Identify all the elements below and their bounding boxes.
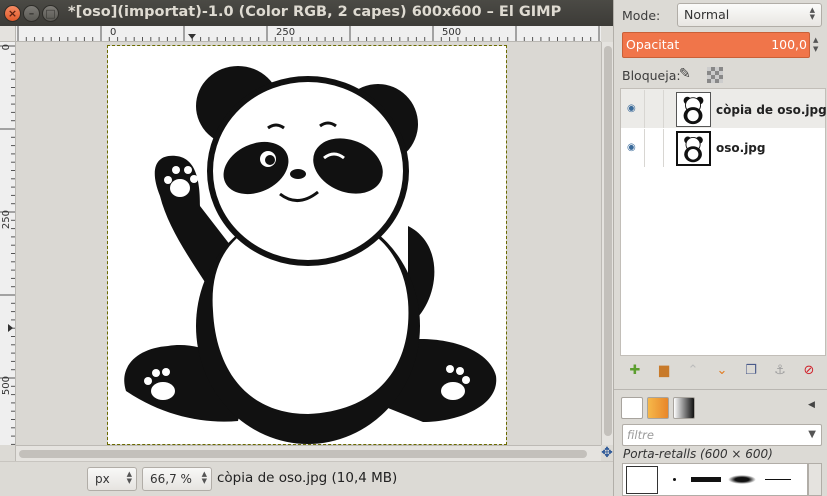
brush-clipboard[interactable] <box>626 466 658 494</box>
lock-alpha-icon[interactable] <box>707 67 723 83</box>
configure-tab-icon[interactable]: ◀ <box>808 400 815 410</box>
zoom-value: 66,7 % <box>150 472 192 486</box>
horizontal-ruler-ticks <box>17 26 600 41</box>
vertical-scrollbar-thumb[interactable] <box>604 46 612 436</box>
brush-grid[interactable] <box>622 463 808 496</box>
opacity-spin-buttons[interactable]: ▲ ▼ <box>810 32 824 58</box>
zoom-chevron-icon: ▲ ▼ <box>201 470 207 485</box>
pointer-marker-vertical <box>8 324 13 332</box>
layer-thumbnail[interactable] <box>676 131 711 166</box>
visibility-eye-icon[interactable]: ◉ <box>627 103 639 114</box>
raise-layer-icon[interactable]: ⌃ <box>684 362 702 380</box>
tab-patterns[interactable] <box>647 397 669 419</box>
layer-name[interactable]: oso.jpg <box>716 141 765 155</box>
unit-chevron-icon: ▲ ▼ <box>126 470 132 485</box>
opacity-label: Opacitat <box>626 37 680 52</box>
layer-thumbnail-image <box>683 96 704 125</box>
lock-pixels-icon[interactable]: ✎ <box>679 66 691 82</box>
chain-toggle[interactable] <box>644 129 664 167</box>
v-ruler-label-250: 250 <box>1 210 12 230</box>
filter-placeholder: filtre <box>627 428 654 442</box>
navigate-icon[interactable]: ✥ <box>601 445 613 461</box>
h-ruler-label-0: 0 <box>110 27 117 38</box>
zoom-selector[interactable]: 66,7 % ▲ ▼ <box>142 467 212 491</box>
tab-gradients[interactable] <box>673 397 695 419</box>
panda-image[interactable] <box>108 46 506 444</box>
h-ruler-label-250: 250 <box>276 27 296 38</box>
vertical-ruler[interactable]: 0 250 500 <box>0 42 16 445</box>
pointer-marker <box>188 34 196 39</box>
layer-thumbnail[interactable] <box>676 92 711 127</box>
brush-filter-input[interactable]: filtre ▼ <box>622 424 822 446</box>
brush-line[interactable] <box>765 479 791 480</box>
maximize-window-button[interactable]: □ <box>42 5 59 22</box>
duplicate-layer-icon[interactable]: ❐ <box>742 362 760 380</box>
dock-separator <box>614 389 827 394</box>
horizontal-ruler[interactable]: 0 250 500 <box>16 26 601 42</box>
brush-scrollbar[interactable] <box>808 463 822 496</box>
v-ruler-label-500: 500 <box>1 376 12 396</box>
brush-pixel[interactable] <box>673 478 676 481</box>
unit-value: px <box>95 472 110 486</box>
horizontal-scrollbar-thumb[interactable] <box>19 450 587 458</box>
lower-layer-icon[interactable]: ⌄ <box>713 362 731 380</box>
ruler-corner[interactable] <box>0 26 16 42</box>
mode-chevron-icon: ▲ ▼ <box>809 6 815 21</box>
mode-selector[interactable]: Normal ▲ ▼ <box>677 3 822 27</box>
horizontal-scrollbar[interactable] <box>16 445 601 461</box>
vertical-scrollbar[interactable] <box>601 42 613 445</box>
new-layer-group-icon[interactable]: ▆ <box>655 362 673 380</box>
anchor-layer-icon[interactable]: ⚓ <box>771 362 789 380</box>
minimize-window-button[interactable]: – <box>23 5 40 22</box>
brush-block[interactable] <box>691 477 721 482</box>
delete-layer-icon[interactable]: ⊘ <box>800 362 818 380</box>
unit-selector[interactable]: px ▲ ▼ <box>87 467 137 491</box>
window-title: *[oso](importat)-1.0 (Color RGB, 2 capes… <box>68 4 562 20</box>
brush-title: Porta-retalls (600 × 600) <box>623 447 773 461</box>
tab-brushes-fg[interactable] <box>621 397 643 419</box>
lock-label: Bloqueja: <box>622 68 681 83</box>
close-window-button[interactable]: × <box>4 5 21 22</box>
brush-fuzzy[interactable] <box>728 475 756 484</box>
layer-thumbnail-image <box>684 136 703 163</box>
h-ruler-label-500: 500 <box>442 27 462 38</box>
layer-name[interactable]: còpia de oso.jpg <box>716 103 827 117</box>
mode-label: Mode: <box>622 8 661 23</box>
visibility-eye-icon[interactable]: ◉ <box>627 142 639 153</box>
status-info: còpia de oso.jpg (10,4 MB) <box>217 470 398 486</box>
v-ruler-label-0: 0 <box>1 44 12 51</box>
filter-chevron-icon: ▼ <box>808 429 816 440</box>
mode-value: Normal <box>684 7 730 22</box>
opacity-value: 100,0 <box>771 37 807 52</box>
quick-mask-toggle[interactable] <box>0 445 16 461</box>
new-layer-icon[interactable]: ✚ <box>626 362 644 380</box>
chain-toggle[interactable] <box>644 90 664 128</box>
